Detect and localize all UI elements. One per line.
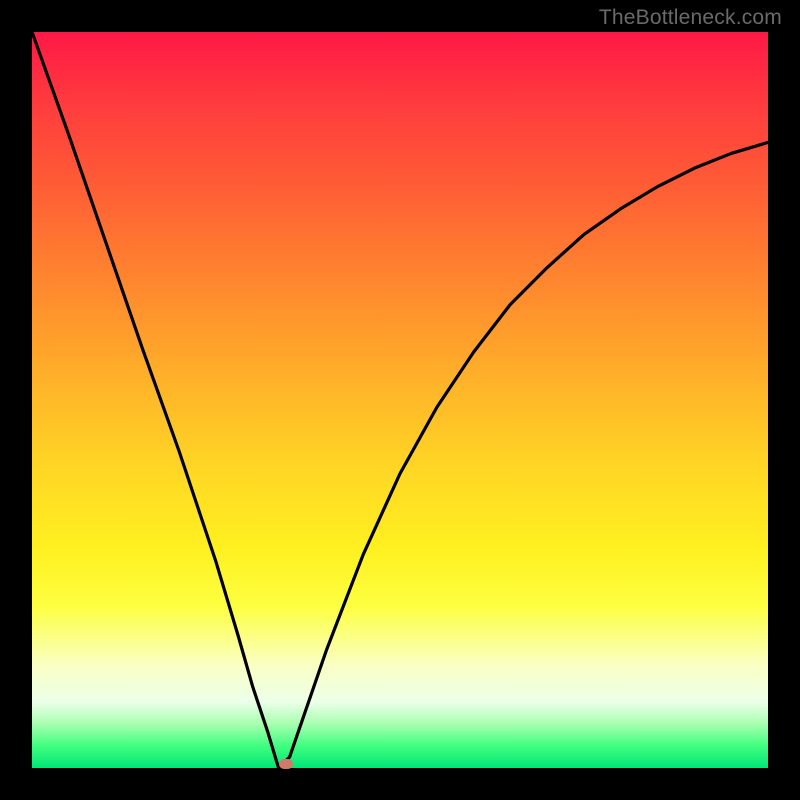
- optimum-marker: [279, 759, 293, 769]
- chart-plot-area: [32, 32, 768, 768]
- bottleneck-curve: [32, 32, 768, 768]
- watermark-label: TheBottleneck.com: [599, 6, 782, 30]
